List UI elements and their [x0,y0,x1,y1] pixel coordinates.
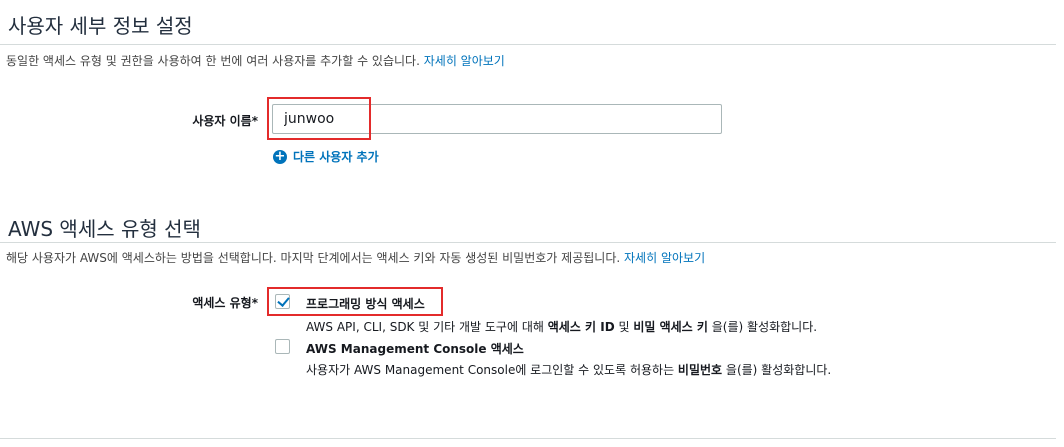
password-text: 비밀번호 [677,363,723,377]
user-details-description: 동일한 액세스 유형 및 권한을 사용하여 한 번에 여러 사용자를 추가할 수… [6,52,505,69]
secret-access-key-text: 비밀 액세스 키 [633,320,708,334]
username-input[interactable] [272,104,722,134]
desc-text: AWS API, CLI, SDK 및 기타 개발 도구에 대해 [306,320,548,334]
plus-circle-icon: + [273,148,287,164]
check-icon [277,294,290,307]
section-divider [0,44,1056,45]
username-label: 사용자 이름* [192,114,258,128]
section-divider [0,242,1056,243]
desc-text: 사용자가 AWS Management Console에 로그인할 수 있도록 … [306,363,678,377]
user-details-description-text: 동일한 액세스 유형 및 권한을 사용하여 한 번에 여러 사용자를 추가할 수… [6,54,420,68]
programmatic-access-title: 프로그래밍 방식 액세스 [306,297,425,311]
desc-text: 및 [614,320,634,334]
bottom-divider [0,438,1056,439]
console-access-title: AWS Management Console 액세스 [306,342,524,356]
learn-more-link[interactable]: 자세히 알아보기 [424,54,505,68]
user-details-title: 사용자 세부 정보 설정 [8,14,193,38]
access-type-description: 해당 사용자가 AWS에 액세스하는 방법을 선택합니다. 마지막 단계에서는 … [6,249,705,266]
access-type-title: AWS 액세스 유형 선택 [8,217,201,241]
desc-text: 을(를) 활성화합니다. [722,363,832,377]
programmatic-access-checkbox[interactable] [275,294,290,309]
add-another-user-label: 다른 사용자 추가 [293,150,379,164]
desc-text: 을(를) 활성화합니다. [707,320,818,334]
access-type-label: 액세스 유형* [192,296,258,310]
programmatic-access-description: AWS API, CLI, SDK 및 기타 개발 도구에 대해 액세스 키 I… [306,318,817,335]
access-key-id-text: 액세스 키 ID [547,320,615,334]
console-access-checkbox[interactable] [275,339,290,354]
learn-more-link[interactable]: 자세히 알아보기 [624,251,705,265]
add-another-user-button[interactable]: + 다른 사용자 추가 [273,148,379,165]
console-access-description: 사용자가 AWS Management Console에 로그인할 수 있도록 … [306,361,831,378]
access-type-description-text: 해당 사용자가 AWS에 액세스하는 방법을 선택합니다. 마지막 단계에서는 … [6,251,621,265]
